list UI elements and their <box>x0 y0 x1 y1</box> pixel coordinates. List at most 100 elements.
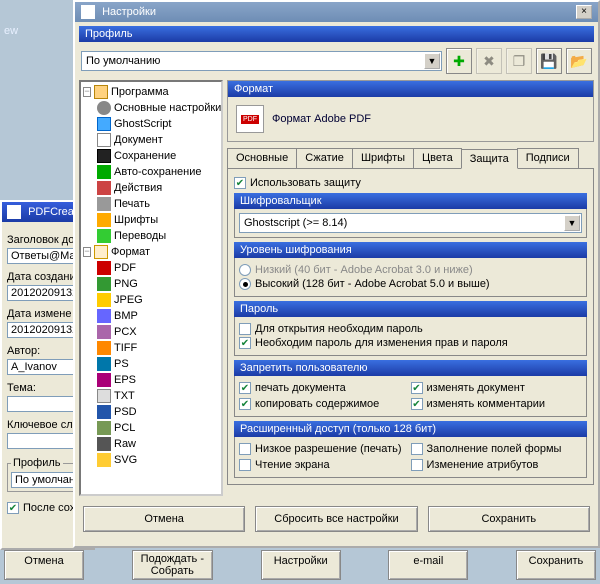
format-header: Формат <box>228 81 593 97</box>
app-icon <box>7 205 21 219</box>
deny-copy-check[interactable] <box>239 398 251 410</box>
cancel-button[interactable]: Отмена <box>83 506 245 532</box>
tree-item[interactable]: Печать <box>114 198 150 210</box>
dialog-footer: Отмена Сбросить все настройки Сохранить <box>79 502 594 536</box>
chevron-down-icon[interactable]: ▼ <box>424 53 440 69</box>
ext-screen-check[interactable] <box>239 459 251 471</box>
add-profile-button[interactable]: ✚ <box>446 48 472 74</box>
tree-format-item[interactable]: PCL <box>114 422 135 434</box>
deny-modify-check[interactable] <box>411 382 423 394</box>
format-item-icon <box>97 357 111 371</box>
ext-lowres-label: Низкое разрешение (печать) <box>255 443 402 455</box>
settings-dialog: Настройки × Профиль По умолчанию ▼ ✚ ✖ ❐… <box>73 0 600 548</box>
close-icon[interactable]: × <box>576 5 592 19</box>
deny-comments-label: изменять комментарии <box>427 398 546 410</box>
tree-format-item[interactable]: TIFF <box>114 342 137 354</box>
tree-format-item[interactable]: JPEG <box>114 294 143 306</box>
settings-tree[interactable]: − Программа Основные настройки GhostScript… <box>79 80 223 496</box>
pdf-format-icon: PDF <box>236 105 264 133</box>
tree-item[interactable]: Основные настройки <box>114 102 221 114</box>
tree-item[interactable]: Документ <box>114 134 163 146</box>
bg-email-button[interactable]: e-mail <box>388 550 468 580</box>
level-low-radio <box>239 264 251 276</box>
tree-format-item[interactable]: BMP <box>114 310 138 322</box>
tree-item[interactable]: Переводы <box>114 230 166 242</box>
format-item-icon <box>97 437 111 451</box>
tree-format-item[interactable]: PS <box>114 358 129 370</box>
tab-compression[interactable]: Сжатие <box>296 148 353 168</box>
tree-item[interactable]: Авто-сохранение <box>114 166 202 178</box>
ext-attr-check[interactable] <box>411 459 423 471</box>
level-header: Уровень шифрования <box>234 242 587 258</box>
pw-open-check[interactable] <box>239 323 251 335</box>
copy-profile-button: ❐ <box>506 48 532 74</box>
tab-colors[interactable]: Цвета <box>413 148 462 168</box>
profile-combo-text: По умолчанию <box>86 55 160 67</box>
format-label: Формат Adobe PDF <box>272 113 371 125</box>
bg-wait-button[interactable]: Подождать - Собрать <box>132 550 213 580</box>
tree-item-icon <box>97 213 111 227</box>
format-item-icon <box>97 341 111 355</box>
bg-save-button[interactable]: Сохранить <box>516 550 596 580</box>
password-header: Пароль <box>234 301 587 317</box>
settings-icon <box>81 5 95 19</box>
collapse-icon[interactable]: − <box>83 87 91 97</box>
deny-comments-check[interactable] <box>411 398 423 410</box>
tab-general[interactable]: Основные <box>227 148 297 168</box>
bg-cancel-button[interactable]: Отмена <box>4 550 84 580</box>
format-item-icon <box>97 293 111 307</box>
encryptor-combo[interactable]: Ghostscript (>= 8.14) ▼ <box>239 213 582 233</box>
bg-settings-button[interactable]: Настройки <box>261 550 341 580</box>
tree-format-item[interactable]: PNG <box>114 278 138 290</box>
format-item-icon <box>97 373 111 387</box>
deny-modify-label: изменять документ <box>427 382 525 394</box>
tree-item[interactable]: Сохранение <box>114 150 176 162</box>
ext-lowres-check[interactable] <box>239 443 251 455</box>
tab-security[interactable]: Защита <box>461 149 518 169</box>
format-item-icon <box>97 325 111 339</box>
tree-format-item[interactable]: PSD <box>114 406 137 418</box>
reset-button[interactable]: Сбросить все настройки <box>255 506 417 532</box>
format-item-icon <box>97 309 111 323</box>
pw-open-label: Для открытия необходим пароль <box>255 323 423 335</box>
format-item-icon <box>97 389 111 403</box>
after-save-check[interactable] <box>7 502 19 514</box>
tree-format-item[interactable]: TXT <box>114 390 135 402</box>
ext-fillform-check[interactable] <box>411 443 423 455</box>
open-profile-button[interactable]: 📂 <box>566 48 592 74</box>
chevron-down-icon[interactable]: ▼ <box>564 215 580 231</box>
right-panel: Формат PDF Формат Adobe PDF Основные Сжа… <box>227 80 594 496</box>
tree-item-icon <box>97 149 111 163</box>
level-high-radio[interactable] <box>239 278 251 290</box>
pw-perm-check[interactable] <box>239 337 251 349</box>
tree-format-item[interactable]: EPS <box>114 374 136 386</box>
format-folder-icon <box>94 245 108 259</box>
tree-format[interactable]: Формат <box>111 246 150 258</box>
tree-item[interactable]: GhostScript <box>114 118 171 130</box>
deny-copy-label: копировать содержимое <box>255 398 379 410</box>
format-item-icon <box>97 277 111 291</box>
tree-format-item[interactable]: PDF <box>114 262 136 274</box>
tree-program[interactable]: Программа <box>111 86 169 98</box>
after-save-label: После сох <box>23 502 75 514</box>
use-protection-check[interactable] <box>234 177 246 189</box>
deny-print-label: печать документа <box>255 382 346 394</box>
tree-format-item[interactable]: PCX <box>114 326 137 338</box>
profile-combo[interactable]: По умолчанию ▼ <box>81 51 442 71</box>
tree-item[interactable]: Действия <box>114 182 162 194</box>
tree-item[interactable]: Шрифты <box>114 214 158 226</box>
deny-header: Запретить пользователю <box>234 360 587 376</box>
tree-format-item[interactable]: Raw <box>114 438 136 450</box>
deny-print-check[interactable] <box>239 382 251 394</box>
tree-format-item[interactable]: SVG <box>114 454 137 466</box>
format-tabs: Основные Сжатие Шрифты Цвета Защита Подп… <box>227 148 594 168</box>
level-high-label: Высокий (128 бит - Adobe Acrobat 5.0 и в… <box>255 278 490 290</box>
collapse-icon[interactable]: − <box>83 247 91 257</box>
tab-fonts[interactable]: Шрифты <box>352 148 414 168</box>
tab-signatures[interactable]: Подписи <box>517 148 579 168</box>
ext-screen-label: Чтение экрана <box>255 459 330 471</box>
settings-titlebar[interactable]: Настройки × <box>75 2 598 22</box>
save-button[interactable]: Сохранить <box>428 506 590 532</box>
program-icon <box>94 85 108 99</box>
save-profile-button[interactable]: 💾 <box>536 48 562 74</box>
